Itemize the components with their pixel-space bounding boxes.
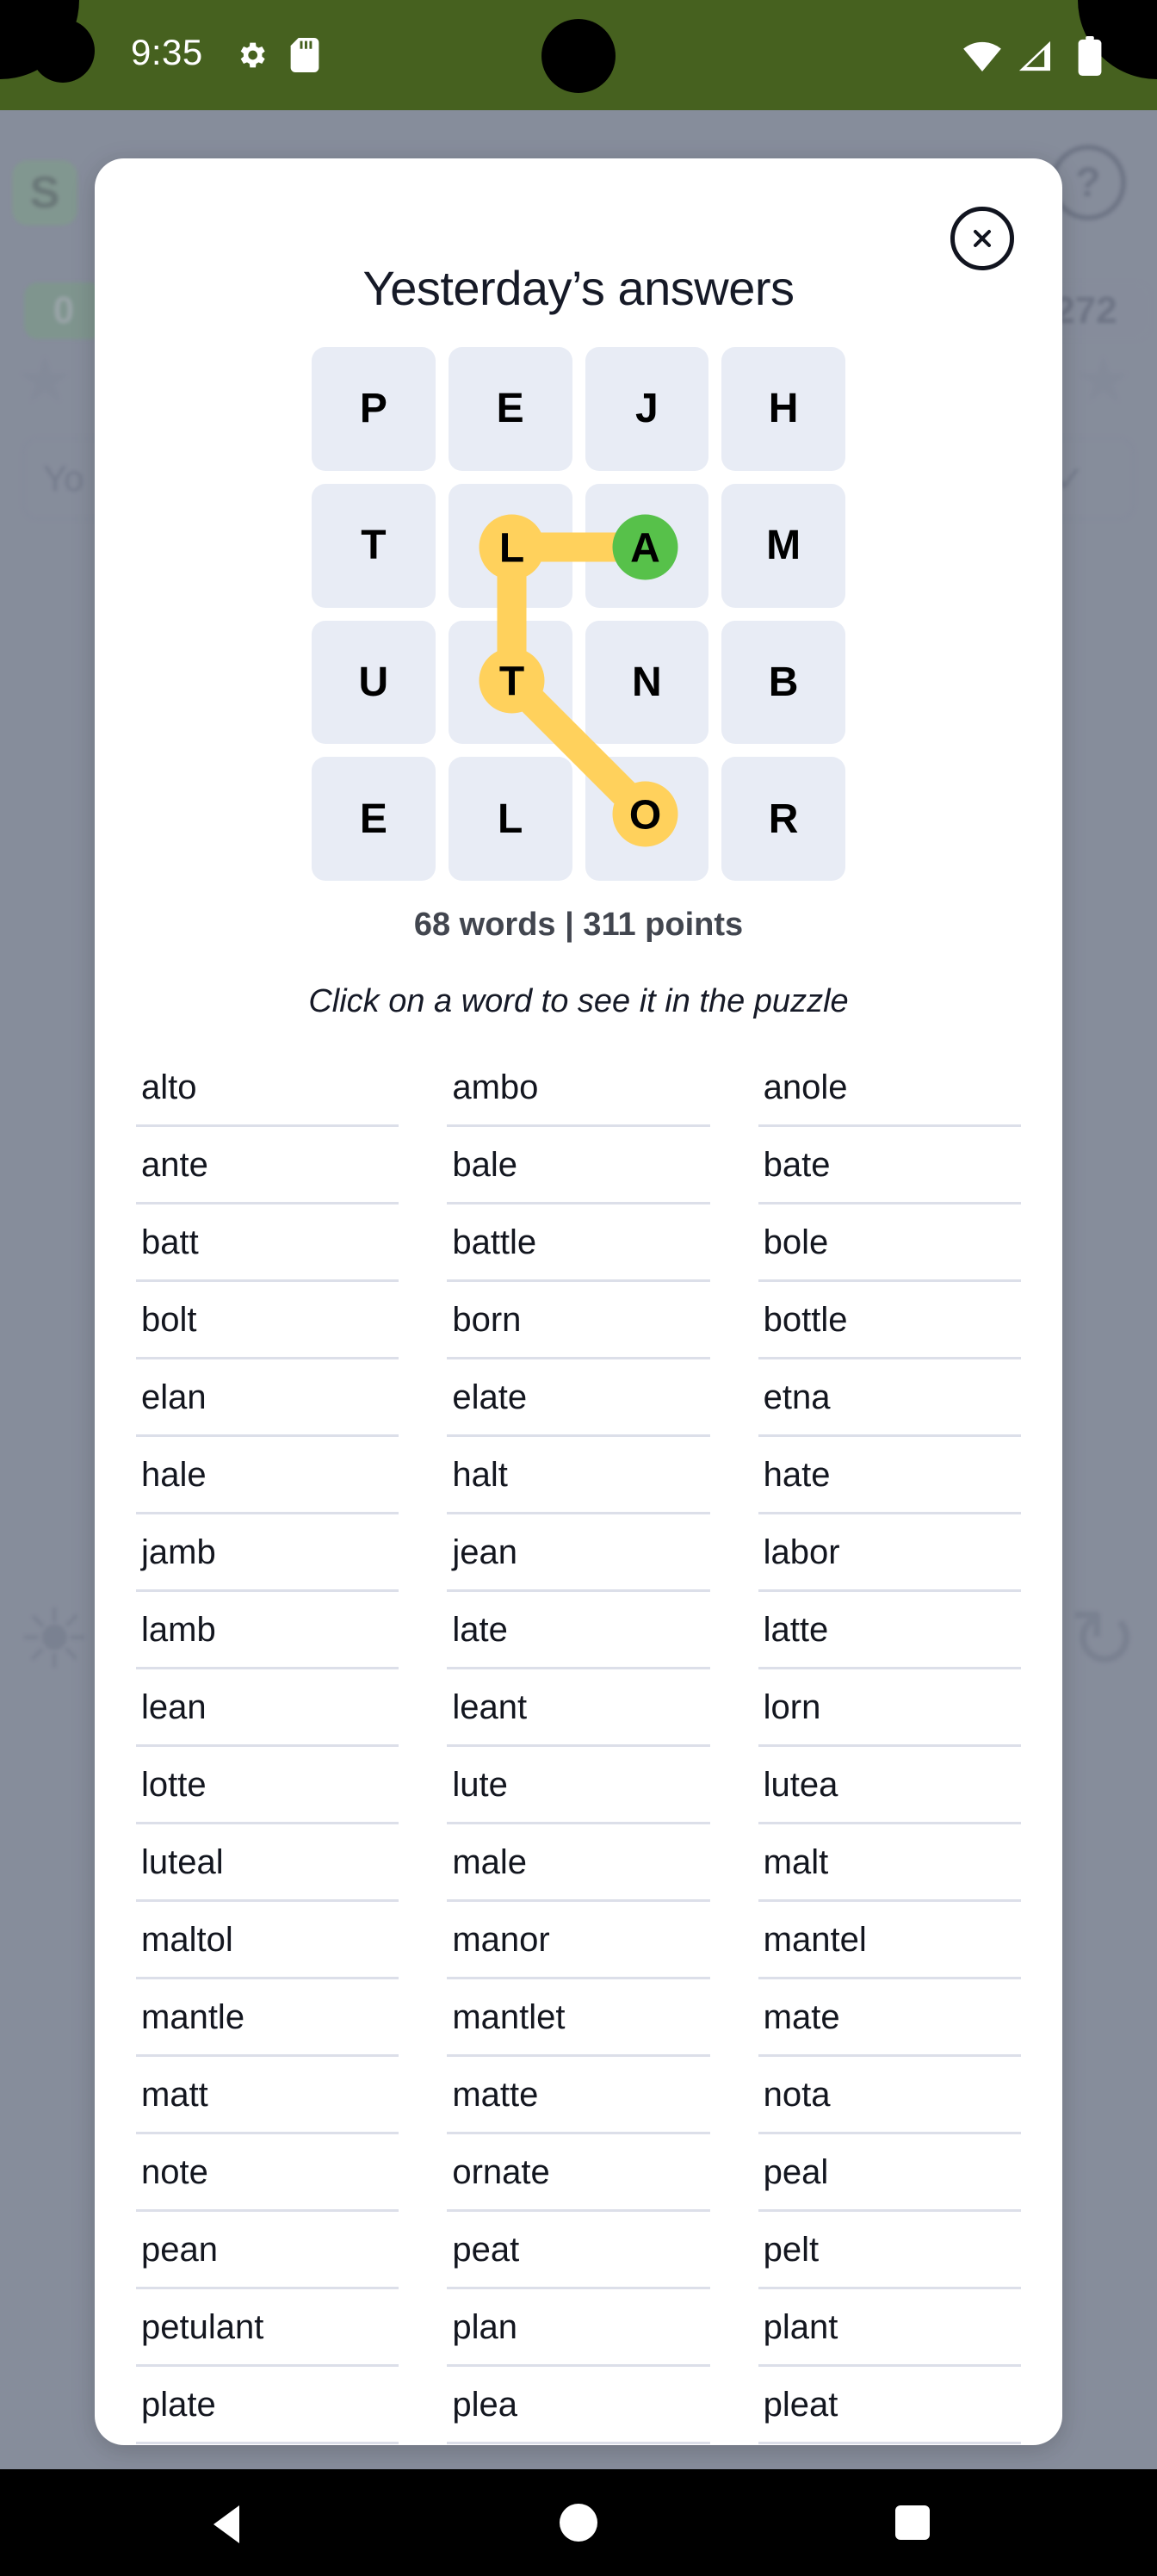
grid-tile-r-3-3[interactable]: R xyxy=(721,757,845,881)
word-item[interactable]: labor xyxy=(758,1514,1021,1592)
puzzle-grid-wrapper: PEJHTLAMUTNBELOR ALTO xyxy=(312,347,845,881)
grid-tile-a-1-2[interactable]: A xyxy=(585,483,709,608)
recents-icon[interactable] xyxy=(895,2505,930,2540)
word-item[interactable]: ornate xyxy=(447,2134,710,2212)
android-navigation-bar xyxy=(0,2469,1157,2576)
word-item[interactable]: nota xyxy=(758,2057,1021,2134)
word-item[interactable]: latte xyxy=(758,1592,1021,1669)
camera-punch-hole-left xyxy=(31,19,95,83)
word-item[interactable]: manor xyxy=(447,1902,710,1979)
word-item[interactable]: note xyxy=(136,2134,399,2212)
grid-tile-t-2-1[interactable]: T xyxy=(448,620,572,745)
word-item[interactable]: pluton xyxy=(136,2444,399,2445)
stats-summary: 68 words | 311 points xyxy=(413,907,744,943)
hint-text: Click on a word to see it in the puzzle xyxy=(308,983,849,1019)
word-item[interactable]: elate xyxy=(447,1359,710,1437)
grid-tile-l-1-1[interactable]: L xyxy=(448,483,572,608)
word-item[interactable]: matt xyxy=(136,2057,399,2134)
word-item[interactable]: pelt xyxy=(758,2212,1021,2289)
word-item[interactable]: pleat xyxy=(758,2367,1021,2444)
yesterdays-answers-dialog: Yesterday’s answers PEJHTLAMUTNBELOR ALT… xyxy=(95,158,1062,2445)
word-item[interactable]: battle xyxy=(447,1204,710,1282)
word-item[interactable]: halt xyxy=(447,1437,710,1514)
word-item[interactable]: late xyxy=(447,1592,710,1669)
home-icon[interactable] xyxy=(560,2504,597,2542)
battery-icon xyxy=(1078,36,1102,76)
word-item[interactable]: petulant xyxy=(136,2289,399,2367)
word-item[interactable]: plan xyxy=(447,2289,710,2367)
word-item[interactable]: male xyxy=(447,1824,710,1902)
word-item[interactable]: born xyxy=(447,1282,710,1359)
word-item[interactable]: matte xyxy=(447,2057,710,2134)
word-item[interactable]: leant xyxy=(447,1669,710,1747)
word-item[interactable]: peal xyxy=(758,2134,1021,2212)
word-item[interactable]: lean xyxy=(136,1669,399,1747)
grid-tile-h-0-3[interactable]: H xyxy=(721,347,845,471)
puzzle-grid: PEJHTLAMUTNBELOR xyxy=(312,347,845,881)
word-item[interactable]: etna xyxy=(758,1359,1021,1437)
word-item[interactable]: jamb xyxy=(136,1514,399,1592)
word-item[interactable]: anole xyxy=(758,1050,1021,1127)
word-item[interactable]: luteal xyxy=(136,1824,399,1902)
word-item[interactable]: alto xyxy=(136,1050,399,1127)
grid-tile-p-0-0[interactable]: P xyxy=(312,347,436,471)
word-item[interactable]: plea xyxy=(447,2367,710,2444)
word-item[interactable]: ante xyxy=(136,1127,399,1204)
word-item[interactable]: jean xyxy=(447,1514,710,1592)
close-icon xyxy=(974,230,991,247)
word-item[interactable]: maltol xyxy=(136,1902,399,1979)
sd-card-icon xyxy=(290,38,319,72)
word-item[interactable]: peat xyxy=(447,2212,710,2289)
word-item[interactable]: pean xyxy=(136,2212,399,2289)
word-item[interactable]: bole xyxy=(758,1204,1021,1282)
grid-tile-e-0-1[interactable]: E xyxy=(448,347,572,471)
grid-tile-l-3-1[interactable]: L xyxy=(448,757,572,881)
word-item[interactable]: lamb xyxy=(136,1592,399,1669)
word-item[interactable]: rota xyxy=(758,2444,1021,2445)
word-item[interactable]: bolt xyxy=(136,1282,399,1359)
word-item[interactable]: mantel xyxy=(758,1902,1021,1979)
close-button[interactable] xyxy=(950,207,1014,270)
word-item[interactable]: role xyxy=(447,2444,709,2445)
word-item[interactable]: lorn xyxy=(758,1669,1021,1747)
word-item[interactable]: mantlet xyxy=(447,1979,710,2057)
word-item[interactable]: hate xyxy=(758,1437,1021,1514)
word-item[interactable]: malt xyxy=(758,1824,1021,1902)
word-item[interactable]: lutea xyxy=(758,1747,1021,1824)
gear-icon xyxy=(240,42,265,68)
word-item[interactable]: plate xyxy=(136,2367,399,2444)
grid-tile-o-3-2[interactable]: O xyxy=(585,757,709,881)
grid-tile-e-3-0[interactable]: E xyxy=(312,757,436,881)
grid-tile-u-2-0[interactable]: U xyxy=(312,620,436,745)
word-item[interactable]: batt xyxy=(136,1204,399,1282)
word-item[interactable]: bate xyxy=(758,1127,1021,1204)
word-item[interactable]: elan xyxy=(136,1359,399,1437)
grid-tile-j-0-2[interactable]: J xyxy=(585,347,709,471)
word-item[interactable]: bottle xyxy=(758,1282,1021,1359)
back-icon[interactable] xyxy=(213,2505,239,2543)
page-title: Yesterday’s answers xyxy=(362,261,795,315)
grid-tile-n-2-2[interactable]: N xyxy=(585,620,709,745)
word-item[interactable]: plant xyxy=(758,2289,1021,2367)
word-item[interactable]: ambo xyxy=(447,1050,710,1127)
word-item[interactable]: mate xyxy=(758,1979,1021,2057)
grid-tile-b-2-3[interactable]: B xyxy=(721,620,845,745)
status-clock: 9:35 xyxy=(131,32,203,72)
phone-screen: S 0 272 ★ ★ Yo ✓ ? ☀ ↻ Yesterday’s answe… xyxy=(0,0,1157,2576)
status-bar: 9:35 xyxy=(0,0,1157,110)
word-item[interactable]: lotte xyxy=(136,1747,399,1824)
grid-tile-t-1-0[interactable]: T xyxy=(312,483,436,608)
word-list: alto ambo anole ante bale bate batt battle bole b… xyxy=(136,1050,1021,2445)
word-item[interactable]: lute xyxy=(447,1747,710,1824)
word-item[interactable]: mantle xyxy=(136,1979,399,2057)
wifi-icon xyxy=(963,41,1001,72)
word-item[interactable]: hale xyxy=(136,1437,399,1514)
cell-signal-icon xyxy=(1018,40,1050,71)
word-item[interactable]: bale xyxy=(447,1127,710,1204)
camera-punch-hole-center xyxy=(541,19,616,93)
grid-tile-m-1-3[interactable]: M xyxy=(721,483,845,608)
